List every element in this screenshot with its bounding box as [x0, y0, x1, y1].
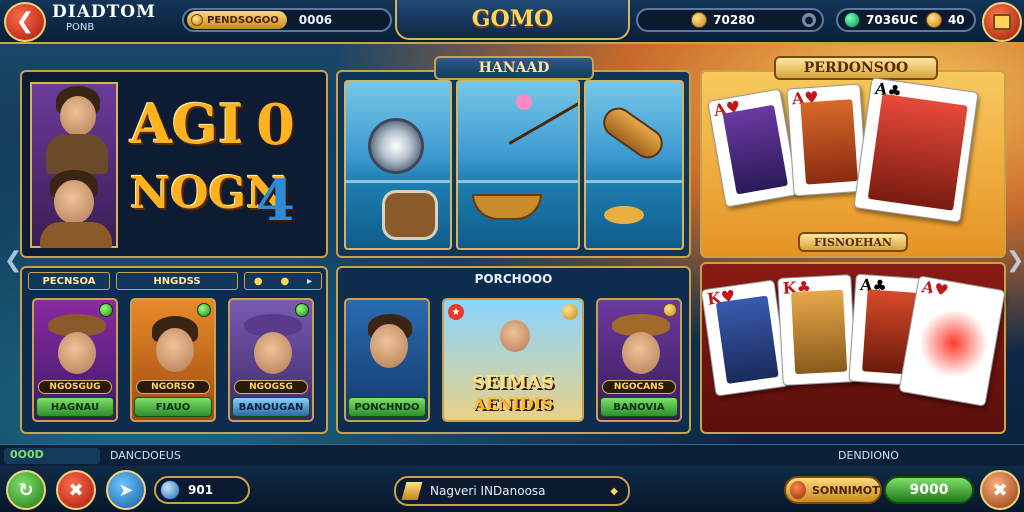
tab-home[interactable]: 0O0D	[4, 448, 100, 464]
tile-label: HAGNAU	[36, 397, 114, 417]
featured-title-1: SEIMAS	[471, 372, 555, 393]
playing-card: K♣	[777, 274, 857, 386]
tile-badge: NGOGSG	[234, 380, 308, 394]
shield-icon	[790, 481, 806, 499]
brand: DIADTOM PONB	[52, 2, 172, 40]
gem-icon	[160, 480, 180, 500]
hero-number-2: 4	[256, 168, 295, 234]
chevron-left-icon: ❮	[15, 9, 35, 34]
coin-icon: ●	[280, 275, 290, 287]
character-tile[interactable]: NGOSGUG HAGNAU	[32, 298, 118, 422]
balance-value: 9000	[909, 482, 949, 498]
refresh-button[interactable]: ↻	[6, 470, 46, 510]
hero-number-1: 0	[256, 92, 295, 158]
coins-value: 70280	[713, 13, 755, 27]
film-reel-icon	[368, 118, 424, 174]
tab-bar: 0O0D DANCDOEUS DENDIONO	[0, 444, 1024, 466]
tile-label: PONCHNDO	[348, 397, 426, 417]
currency-button[interactable]: PENDSOGOO	[187, 11, 287, 29]
tile-badge: NGOSGUG	[38, 380, 112, 394]
playing-card: A♥	[786, 83, 868, 197]
character-tile[interactable]: NGORSO FIAUO	[130, 298, 216, 422]
refresh-icon: ↻	[18, 479, 34, 501]
settings-button[interactable]	[982, 2, 1022, 42]
tab-characters-1[interactable]: PECNSOA	[28, 272, 110, 290]
brand-subtitle: PONB	[66, 22, 95, 33]
tile-label: BANOUGAN	[232, 397, 310, 417]
coin-icon: ●	[253, 275, 263, 287]
tools-button[interactable]: ✖	[980, 470, 1020, 510]
featured-game-tile[interactable]: ★ SEIMAS AENIDIS	[442, 298, 584, 422]
tile-label: BANOVIA	[600, 397, 678, 417]
featured-title-2: AENIDIS	[473, 394, 553, 413]
gems-counter-value: 901	[188, 483, 214, 497]
star-icon: ★	[448, 304, 464, 320]
back-button[interactable]: ❮	[4, 2, 46, 42]
tab-icons[interactable]: ● ● ▸	[244, 272, 322, 290]
top-bar: ❮ DIADTOM PONB PENDSOGOO 0006 GOMO 70280…	[0, 0, 1024, 44]
brand-title: DIADTOM	[52, 2, 156, 22]
playing-card: A♥	[898, 275, 1006, 407]
scene-rocket	[584, 80, 684, 250]
currency-pill: PENDSOGOO 0006	[182, 8, 392, 32]
tile-label: FIAUO	[134, 397, 212, 417]
coin-icon	[562, 304, 578, 320]
gems-pill: 7036UC 40	[836, 8, 976, 32]
tab-characters-2[interactable]: HNGDSS	[116, 272, 238, 290]
notice-text: Nagveri INDanoosa	[430, 484, 546, 498]
cards-panel[interactable]: PERDONSOO A♥ A♥ A♣ FISNOEHAN	[700, 56, 1006, 258]
games-panel: PORCHOOO PONCHNDO ★ SEIMAS AENIDIS NGOCA…	[336, 266, 691, 434]
character-tile[interactable]: NGOGSG BANOUGAN	[228, 298, 314, 422]
section-label: PORCHOOO	[474, 272, 553, 286]
send-button[interactable]: ➤	[106, 470, 146, 510]
hero-letters-line1: AGI	[130, 92, 244, 156]
playing-card: A♥	[707, 88, 799, 208]
diamond-icon: ◆	[610, 485, 618, 497]
gems-counter: 901	[154, 476, 250, 504]
playing-card: A♣	[853, 77, 979, 223]
game-tile[interactable]: NGOCANS BANOVIA	[596, 298, 682, 422]
characters-panel: PECNSOA HNGDSS ● ● ▸ NGOSGUG HAGNAU NGORSO…	[20, 266, 328, 434]
scene-boat	[456, 80, 580, 250]
currency-button-label: PENDSOGOO	[207, 14, 279, 26]
currency-value: 0006	[298, 13, 333, 27]
coins-add-button[interactable]: ●	[802, 13, 816, 27]
level-value: 40	[947, 13, 965, 27]
featured-panel[interactable]: AGI NOGN 0 4	[20, 70, 328, 258]
tab-dendiono[interactable]: DENDIONO	[838, 449, 899, 462]
gold-bar-icon	[401, 482, 423, 500]
gift-icon	[993, 14, 1011, 30]
coin-icon	[691, 12, 708, 28]
chevron-right-icon: ▸	[307, 275, 313, 287]
coins-pill: 70280 ●	[636, 8, 824, 32]
balance-button[interactable]: 9000	[884, 476, 974, 504]
scene-reel	[344, 80, 452, 250]
tools-icon: ✖	[992, 479, 1008, 501]
cards-panel-2[interactable]: K♥ K♣ A♣ A♥	[700, 262, 1006, 434]
shop-label: SONNIMOT	[812, 483, 880, 497]
tile-badge: NGORSO	[136, 380, 210, 394]
level-coin-icon	[925, 12, 942, 28]
cards-banner: PERDONSOO	[774, 56, 938, 80]
tile-badge: NGOCANS	[602, 380, 676, 394]
hero-portrait	[30, 82, 118, 248]
playing-card: K♥	[700, 279, 790, 397]
paper-plane-icon: ➤	[118, 479, 134, 501]
chevron-left-icon[interactable]: ❮	[4, 248, 22, 273]
no-ads-button[interactable]: ✖	[56, 470, 96, 510]
coin-icon	[191, 14, 203, 26]
tab-dances[interactable]: DANCDOEUS	[110, 449, 181, 462]
arcade-panel[interactable]: HANAAD	[336, 56, 691, 258]
cards-sub-label: FISNOEHAN	[798, 232, 908, 252]
chevron-right-icon[interactable]: ❯	[1006, 248, 1024, 273]
arcade-banner: HANAAD	[434, 56, 594, 80]
gem-icon	[844, 12, 860, 28]
gems-value: 7036UC	[866, 13, 918, 27]
game-tile[interactable]: PONCHNDO	[344, 298, 430, 422]
shop-button[interactable]: SONNIMOT	[784, 476, 882, 504]
cross-icon: ✖	[68, 479, 84, 501]
game-title: GOMO	[395, 0, 630, 40]
notice-bar[interactable]: Nagveri INDanoosa ◆	[394, 476, 630, 506]
